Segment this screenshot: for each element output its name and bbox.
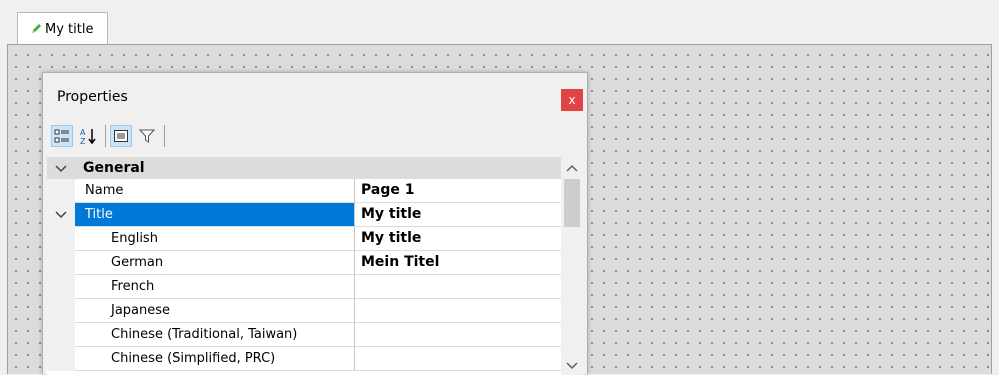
property-name: Name xyxy=(75,179,355,203)
row-gutter xyxy=(47,275,75,299)
filter-icon xyxy=(138,129,156,143)
svg-text:Z: Z xyxy=(80,137,86,145)
property-value[interactable]: Page 1 xyxy=(355,179,561,203)
row-gutter xyxy=(47,227,75,251)
tab-label: My title xyxy=(45,21,94,37)
close-icon: x xyxy=(568,93,576,107)
row-gutter xyxy=(47,203,75,227)
property-row-french[interactable]: French xyxy=(47,275,561,299)
toolbar-separator xyxy=(105,125,106,147)
categorized-button[interactable] xyxy=(51,125,73,147)
property-name: German xyxy=(75,251,355,275)
property-name: Japanese xyxy=(75,299,355,323)
toolbar-separator xyxy=(164,125,165,147)
property-value[interactable] xyxy=(355,299,561,323)
properties-window: Properties x A Z General Name Page 1 Tit… xyxy=(42,72,588,375)
filter-button[interactable] xyxy=(136,125,158,147)
scroll-down-icon[interactable] xyxy=(566,362,578,370)
property-value[interactable] xyxy=(355,323,561,347)
property-name: Title xyxy=(75,203,355,227)
pencil-icon xyxy=(32,24,41,33)
tab-my-title[interactable]: My title xyxy=(17,12,108,45)
property-name: French xyxy=(75,275,355,299)
sort-alphabetical-button[interactable]: A Z xyxy=(77,125,99,147)
property-row-japanese[interactable]: Japanese xyxy=(47,299,561,323)
chevron-down-icon[interactable] xyxy=(55,210,67,220)
scroll-thumb[interactable] xyxy=(564,179,580,227)
category-general[interactable]: General xyxy=(47,157,561,179)
property-row-title[interactable]: Title My title xyxy=(47,203,561,227)
scroll-up-icon[interactable] xyxy=(566,164,578,172)
row-gutter xyxy=(47,251,75,275)
document-tab-strip: My title xyxy=(0,0,999,45)
row-gutter xyxy=(47,299,75,323)
property-row-english[interactable]: English My title xyxy=(47,227,561,251)
property-row-chinese-traditional[interactable]: Chinese (Traditional, Taiwan) xyxy=(47,323,561,347)
svg-text:A: A xyxy=(80,128,86,137)
property-name: Chinese (Traditional, Taiwan) xyxy=(75,323,355,347)
sort-alphabetical-icon: A Z xyxy=(80,128,96,145)
property-value[interactable]: Mein Titel xyxy=(355,251,561,275)
row-gutter xyxy=(47,323,75,347)
vertical-scrollbar[interactable] xyxy=(561,157,583,375)
property-pages-button[interactable] xyxy=(110,125,132,147)
properties-titlebar[interactable]: Properties x xyxy=(43,73,587,119)
property-pages-icon xyxy=(114,130,128,142)
property-row-chinese-simplified[interactable]: Chinese (Simplified, PRC) xyxy=(47,347,561,371)
row-gutter xyxy=(47,347,75,371)
property-value[interactable] xyxy=(355,275,561,299)
property-value[interactable] xyxy=(355,347,561,371)
category-label: General xyxy=(83,160,145,176)
property-value[interactable]: My title xyxy=(355,203,561,227)
property-value[interactable]: My title xyxy=(355,227,561,251)
properties-toolbar: A Z xyxy=(51,121,169,151)
categorized-icon xyxy=(54,129,69,143)
close-button[interactable]: x xyxy=(561,89,583,111)
property-row-german[interactable]: German Mein Titel xyxy=(47,251,561,275)
property-name: English xyxy=(75,227,355,251)
property-grid: General Name Page 1 Title My title Engli… xyxy=(47,157,561,375)
property-name: Chinese (Simplified, PRC) xyxy=(75,347,355,371)
chevron-down-icon xyxy=(55,165,67,173)
row-gutter xyxy=(47,179,75,203)
properties-title: Properties xyxy=(57,89,128,105)
property-row-name[interactable]: Name Page 1 xyxy=(47,179,561,203)
